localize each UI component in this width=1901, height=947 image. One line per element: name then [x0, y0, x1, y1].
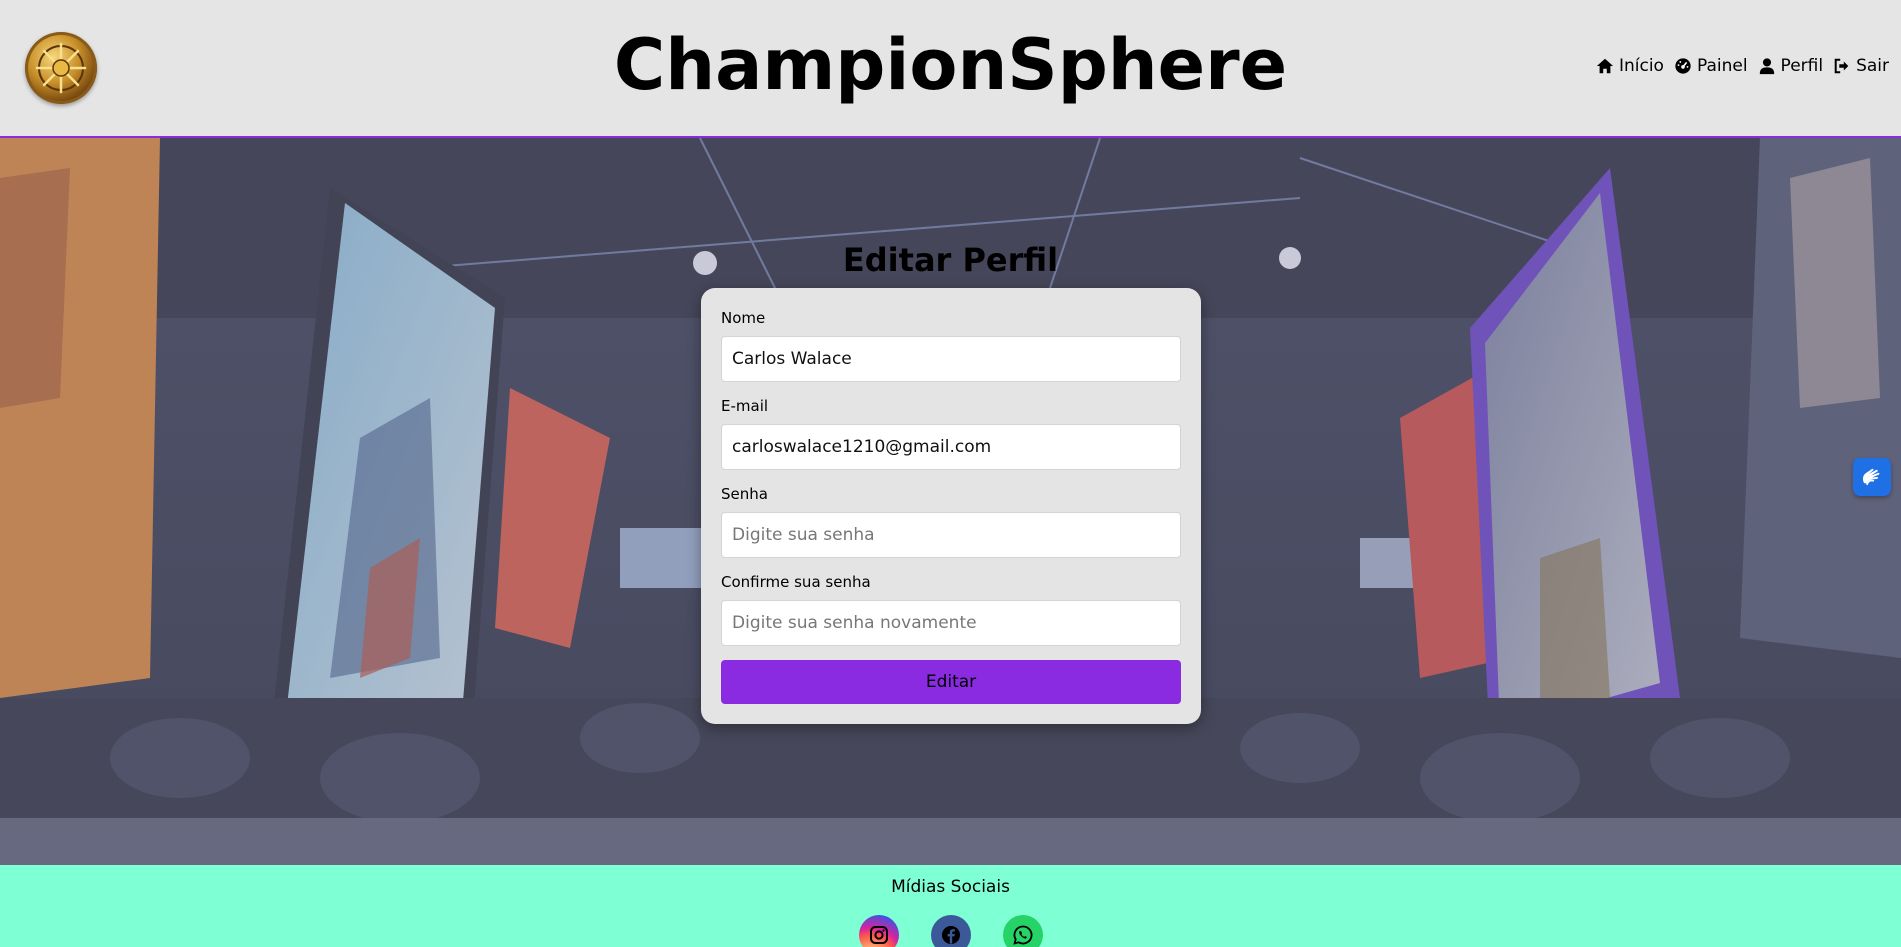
name-input[interactable] [721, 336, 1181, 382]
accessibility-widget-button[interactable] [1853, 458, 1891, 496]
password-label: Senha [721, 485, 768, 503]
whatsapp-icon [1012, 925, 1032, 945]
nav-profile-label: Perfil [1780, 56, 1824, 76]
nav-profile[interactable]: Perfil [1758, 56, 1824, 76]
email-label: E-mail [721, 397, 769, 415]
site-header: ChampionSphere Início Painel Perfil Sair [0, 0, 1901, 138]
social-media-title: Mídias Sociais [891, 877, 1010, 897]
edit-profile-title: Editar Perfil [842, 241, 1059, 279]
email-input[interactable] [721, 424, 1181, 470]
edit-profile-form: Nome E-mail Senha Confirme sua senha Edi… [701, 288, 1201, 724]
name-label: Nome [721, 309, 766, 327]
nav-dashboard[interactable]: Painel [1674, 56, 1748, 76]
nav-logout-label: Sair [1856, 56, 1889, 76]
sign-language-icon [1862, 468, 1880, 486]
nav-home[interactable]: Início [1596, 56, 1664, 76]
nav-logout[interactable]: Sair [1833, 56, 1889, 76]
nav-home-label: Início [1618, 56, 1664, 76]
nav-dashboard-label: Painel [1696, 56, 1748, 76]
instagram-link[interactable] [858, 915, 899, 947]
whatsapp-link[interactable] [1002, 915, 1043, 947]
social-links [0, 915, 1901, 947]
instagram-icon [869, 926, 888, 944]
dashboard-icon [1675, 58, 1691, 74]
confirm-password-input[interactable] [721, 600, 1181, 646]
edit-submit-button[interactable]: Editar [721, 660, 1181, 704]
sign-out-icon [1834, 58, 1849, 74]
user-icon [1759, 58, 1774, 75]
site-footer: Mídias Sociais [0, 865, 1901, 947]
facebook-link[interactable] [930, 915, 971, 947]
password-input[interactable] [721, 512, 1181, 558]
main-nav: Início Painel Perfil Sair [1596, 56, 1889, 76]
confirm-password-label: Confirme sua senha [721, 573, 871, 591]
home-icon [1596, 58, 1614, 74]
facebook-icon [941, 926, 960, 944]
